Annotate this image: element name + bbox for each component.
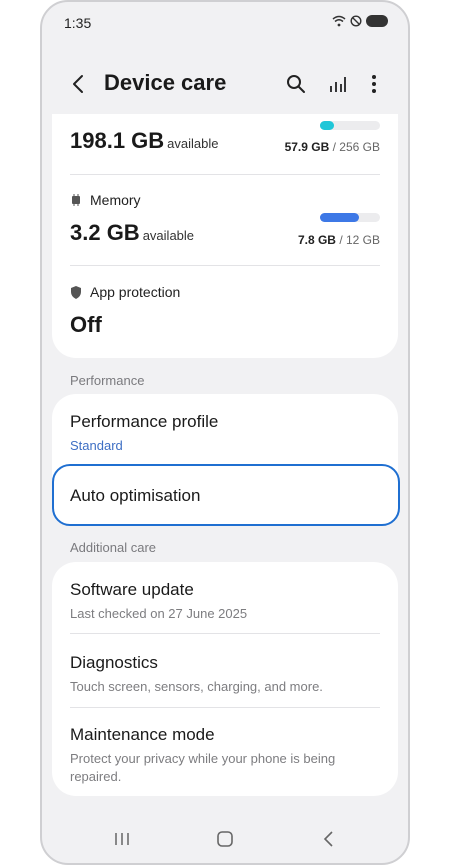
back-nav-button[interactable] xyxy=(316,827,340,851)
storage-usage-text: 57.9 GB / 256 GB xyxy=(285,140,380,154)
storage-value: 198.1 GB xyxy=(70,128,165,153)
auto-optimisation-item[interactable]: Auto optimisation xyxy=(52,464,400,526)
do-not-disturb-icon xyxy=(350,15,362,27)
divider xyxy=(70,265,380,266)
item-title: Maintenance mode xyxy=(70,725,215,744)
battery-icon xyxy=(366,15,388,27)
maintenance-mode-item[interactable]: Maintenance mode Protect your privacy wh… xyxy=(70,725,380,786)
home-icon xyxy=(217,831,233,847)
device-status-card: 198.1 GB available 57.9 GB / 256 GB Memor… xyxy=(52,114,398,358)
divider xyxy=(70,707,380,708)
navigation-bar xyxy=(42,813,408,863)
app-protection-status[interactable]: Off xyxy=(70,312,102,338)
search-icon xyxy=(287,75,305,93)
item-title: Auto optimisation xyxy=(70,486,201,505)
storage-used: 57.9 GB xyxy=(284,140,330,154)
back-button[interactable] xyxy=(64,70,92,98)
section-heading-additional-care: Additional care xyxy=(70,540,156,555)
divider xyxy=(70,174,380,175)
performance-profile-item[interactable]: Performance profile Standard xyxy=(70,412,380,455)
memory-usage-bar xyxy=(320,213,380,222)
storage-usage-bar xyxy=(320,121,380,130)
storage-available[interactable]: 198.1 GB available xyxy=(70,128,219,154)
recent-apps-button[interactable] xyxy=(110,827,134,851)
memory-chip-icon xyxy=(72,194,80,206)
diagnostics-item[interactable]: Diagnostics Touch screen, sensors, charg… xyxy=(70,653,380,696)
section-heading-performance: Performance xyxy=(70,373,145,388)
software-update-item[interactable]: Software update Last checked on 27 June … xyxy=(70,580,380,623)
shield-icon xyxy=(71,285,81,299)
app-protection-label-row: App protection xyxy=(70,284,180,300)
memory-total: / 12 GB xyxy=(339,233,380,247)
item-subtitle: Protect your privacy while your phone is… xyxy=(70,751,336,784)
memory-label: Memory xyxy=(90,192,141,208)
divider xyxy=(70,633,380,634)
storage-usage-fill xyxy=(320,121,334,130)
item-subtitle: Touch screen, sensors, charging, and mor… xyxy=(70,679,323,694)
back-arrow-icon xyxy=(73,75,83,93)
memory-value: 3.2 GB xyxy=(70,220,140,245)
home-button[interactable] xyxy=(213,827,237,851)
memory-suffix: available xyxy=(142,228,195,243)
additional-care-card: Software update Last checked on 27 June … xyxy=(52,562,398,796)
app-header: Device care xyxy=(42,62,408,106)
memory-available[interactable]: 3.2 GB available xyxy=(70,220,194,246)
search-button[interactable] xyxy=(282,70,310,98)
memory-usage-text: 7.8 GB / 12 GB xyxy=(298,233,380,247)
bar-chart-icon xyxy=(330,77,346,92)
wifi-off-icon xyxy=(332,15,346,27)
item-subtitle: Last checked on 27 June 2025 xyxy=(70,606,248,621)
storage-suffix: available xyxy=(167,136,219,151)
more-vertical-icon xyxy=(372,75,376,93)
app-protection-label: App protection xyxy=(90,284,181,300)
status-time: 1:35 xyxy=(64,15,92,31)
item-title: Diagnostics xyxy=(70,653,158,672)
statistics-button[interactable] xyxy=(324,70,352,98)
status-icons xyxy=(332,15,388,27)
phone-screen: 1:35 Device care 198.1 GB available 57.9… xyxy=(40,0,410,865)
more-options-button[interactable] xyxy=(360,70,388,98)
status-bar: 1:35 xyxy=(42,2,408,42)
recent-apps-icon xyxy=(115,833,129,845)
storage-total: / 256 GB xyxy=(332,140,380,154)
memory-used: 7.8 GB xyxy=(297,233,336,247)
page-title: Device care xyxy=(104,70,227,95)
item-title: Performance profile xyxy=(70,412,219,431)
item-title: Software update xyxy=(70,580,194,599)
back-nav-icon xyxy=(323,831,333,847)
memory-usage-fill xyxy=(320,213,359,222)
memory-label-row: Memory xyxy=(70,192,141,208)
item-subtitle: Standard xyxy=(70,438,123,453)
